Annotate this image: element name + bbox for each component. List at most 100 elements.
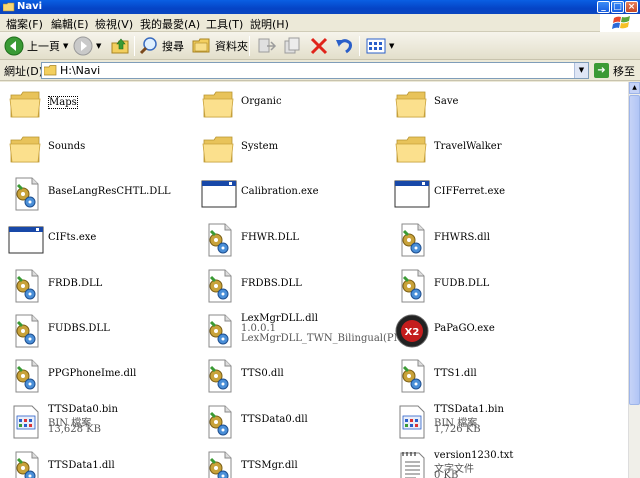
forward-dropdown-icon[interactable]: ▼ bbox=[96, 42, 101, 50]
folder-icon bbox=[202, 136, 234, 163]
folders-label: 資料夾 bbox=[215, 40, 248, 53]
go-arrow-icon: ➜ bbox=[594, 63, 609, 78]
scroll-up-button[interactable]: ▲ bbox=[629, 82, 640, 94]
item-name: Sounds bbox=[48, 141, 86, 152]
maximize-button[interactable]: □ bbox=[611, 1, 624, 13]
toolbar-separator bbox=[359, 36, 360, 56]
up-folder-button[interactable] bbox=[111, 35, 131, 57]
file-item[interactable]: PPGPhoneIme.dll bbox=[8, 358, 198, 402]
menu-bar: 檔案(F) 編輯(E) 檢視(V) 我的最愛(A) 工具(T) 說明(H) bbox=[0, 14, 640, 32]
file-item[interactable]: TTS1.dll bbox=[394, 358, 584, 402]
scroll-thumb[interactable] bbox=[629, 95, 640, 405]
svg-text:X2: X2 bbox=[405, 327, 420, 338]
exe-window-icon bbox=[201, 180, 237, 208]
address-input[interactable]: H:\Navi ▼ bbox=[41, 62, 589, 79]
back-button[interactable]: 上一頁 ▼ bbox=[4, 35, 68, 57]
back-dropdown-icon[interactable]: ▼ bbox=[63, 42, 68, 50]
menu-edit[interactable]: 編輯(E) bbox=[51, 16, 89, 32]
bin-file-icon bbox=[399, 405, 425, 439]
menu-file[interactable]: 檔案(F) bbox=[6, 16, 43, 32]
folder-item[interactable]: Sounds bbox=[8, 131, 198, 175]
folder-item[interactable]: System bbox=[201, 131, 391, 175]
title-bar[interactable]: Navi _ □ × bbox=[0, 0, 640, 14]
file-item[interactable]: BaseLangResCHTL.DLL bbox=[8, 176, 198, 220]
move-to-button[interactable] bbox=[257, 35, 277, 57]
file-item[interactable]: TTSMgr.dll bbox=[201, 450, 391, 478]
exe-window-icon bbox=[8, 226, 44, 254]
file-item[interactable]: FUDB.DLL bbox=[394, 268, 584, 312]
dll-icon bbox=[401, 223, 425, 257]
menu-view[interactable]: 檢視(V) bbox=[95, 16, 133, 32]
folder-icon bbox=[9, 136, 41, 163]
file-item[interactable]: CIFFerret.exe bbox=[394, 176, 584, 220]
delete-x-icon bbox=[310, 37, 328, 55]
item-name: TravelWalker bbox=[434, 141, 502, 152]
file-item[interactable]: TTSData1.dll bbox=[8, 450, 198, 478]
file-item[interactable]: FUDBS.DLL bbox=[8, 313, 198, 357]
file-item[interactable]: TTSData1.bin BIN 檔案 1,726 KB bbox=[394, 404, 584, 448]
file-item[interactable]: CIFts.exe bbox=[8, 222, 198, 266]
item-name: Save bbox=[434, 96, 459, 107]
folder-icon bbox=[395, 136, 427, 163]
folder-item[interactable]: TravelWalker bbox=[394, 131, 584, 175]
folder-item[interactable]: Save bbox=[394, 86, 584, 130]
search-button[interactable]: 搜尋 bbox=[139, 35, 184, 57]
file-item[interactable]: X2 PaPaGO.exe bbox=[394, 313, 584, 357]
folders-button[interactable]: 資料夾 bbox=[192, 35, 248, 57]
folder-icon bbox=[44, 65, 57, 76]
file-item[interactable]: TTSData0.bin BIN 檔案 13,628 KB bbox=[8, 404, 198, 448]
windows-flag-icon bbox=[612, 16, 630, 29]
file-item[interactable]: FRDBS.DLL bbox=[201, 268, 391, 312]
folder-item[interactable]: Maps bbox=[8, 86, 198, 130]
item-name: FUDBS.DLL bbox=[48, 323, 110, 334]
folder-item[interactable]: Organic bbox=[201, 86, 391, 130]
item-name: PaPaGO.exe bbox=[434, 323, 495, 334]
file-list-view[interactable]: Maps Organic Save Sounds System TravelWalker B… bbox=[0, 82, 628, 478]
views-button[interactable]: ▼ bbox=[366, 35, 394, 57]
dll-icon bbox=[208, 359, 232, 393]
go-button[interactable]: ➜ 移至 bbox=[594, 62, 635, 79]
delete-button[interactable] bbox=[309, 35, 329, 57]
file-item[interactable]: Calibration.exe bbox=[201, 176, 391, 220]
item-detail: LexMgrDLL_TWN_Bilingual(PNA... bbox=[241, 333, 420, 344]
file-item[interactable]: version1230.txt 文字文件 0 KB bbox=[394, 450, 584, 478]
copy-to-icon bbox=[284, 37, 300, 54]
file-item[interactable]: LexMgrDLL.dll 1.0.0.1 LexMgrDLL_TWN_Biling… bbox=[201, 313, 419, 357]
dll-icon bbox=[208, 405, 232, 439]
menu-favorites[interactable]: 我的最愛(A) bbox=[140, 16, 200, 32]
dll-icon bbox=[401, 269, 425, 303]
toolbar-separator bbox=[249, 36, 250, 56]
address-label: 網址(D) bbox=[4, 65, 44, 78]
item-name: TTSData1.dll bbox=[48, 460, 115, 471]
forward-arrow-icon bbox=[73, 36, 93, 56]
copy-to-button[interactable] bbox=[283, 35, 303, 57]
dll-icon bbox=[208, 223, 232, 257]
menu-help[interactable]: 說明(H) bbox=[250, 16, 289, 32]
folder-icon bbox=[202, 91, 234, 118]
file-item[interactable]: TTS0.dll bbox=[201, 358, 391, 402]
folder-icon bbox=[9, 91, 41, 118]
menu-tools[interactable]: 工具(T) bbox=[206, 16, 243, 32]
bin-file-icon bbox=[13, 405, 39, 439]
search-label: 搜尋 bbox=[162, 40, 184, 53]
item-name: FHWRS.dll bbox=[434, 232, 490, 243]
close-button[interactable]: × bbox=[625, 1, 638, 13]
file-item[interactable]: TTSData0.dll bbox=[201, 404, 391, 448]
item-detail: 0 KB bbox=[434, 470, 459, 478]
search-icon bbox=[139, 37, 157, 55]
file-item[interactable]: FHWRS.dll bbox=[394, 222, 584, 266]
minimize-button[interactable]: _ bbox=[597, 1, 610, 13]
papago-x2-icon: X2 bbox=[395, 314, 429, 348]
move-to-icon bbox=[258, 38, 277, 53]
address-dropdown-button[interactable]: ▼ bbox=[574, 63, 588, 78]
item-detail: 1,726 KB bbox=[434, 424, 481, 435]
file-item[interactable]: FHWR.DLL bbox=[201, 222, 391, 266]
vertical-scrollbar[interactable]: ▲ bbox=[628, 82, 640, 478]
undo-icon bbox=[336, 39, 352, 54]
item-detail: 13,628 KB bbox=[48, 424, 101, 435]
forward-button[interactable]: ▼ bbox=[73, 35, 101, 57]
views-dropdown-icon[interactable]: ▼ bbox=[389, 42, 394, 50]
item-name: CIFts.exe bbox=[48, 232, 97, 243]
file-item[interactable]: FRDB.DLL bbox=[8, 268, 198, 312]
undo-button[interactable] bbox=[334, 35, 354, 57]
